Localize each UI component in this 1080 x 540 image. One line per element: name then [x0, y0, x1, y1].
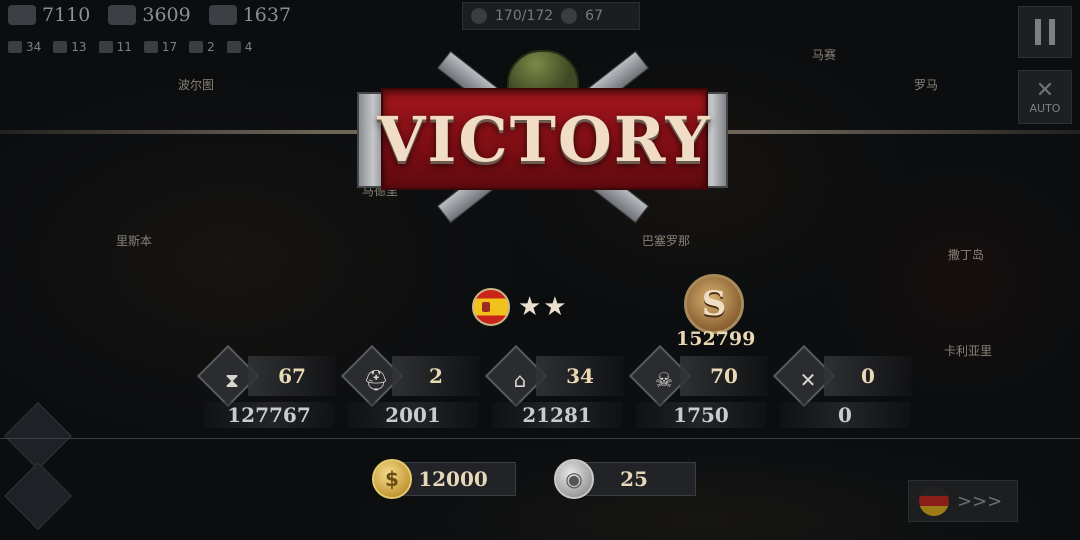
aircraft-icon: [189, 41, 204, 53]
stat-cities: ⌂ 34 21281: [484, 344, 640, 430]
stat-generals-count: 2: [392, 356, 480, 396]
unit-count-bar: 34 13 11 17 2 4: [8, 40, 252, 54]
map-label: 里斯本: [116, 234, 153, 248]
count-infantry: 34: [8, 40, 41, 54]
oil-icon: [208, 5, 237, 25]
stat-losses-count: 0: [824, 356, 912, 396]
score-medal-icon: S: [684, 274, 744, 334]
general-icon: [561, 8, 578, 24]
stat-losses: ✕ 0 0: [772, 344, 928, 430]
crossed-swords-icon: ✕: [1035, 77, 1055, 103]
stat-kills: ☠ 70 1750: [628, 344, 784, 430]
stat-generals: ⛑ 2 2001: [340, 344, 496, 430]
germany-flag-icon: [919, 486, 949, 516]
resource-steel: 3609: [108, 4, 191, 26]
armor-icon: [53, 41, 68, 53]
stat-cities-points: 21281: [492, 402, 622, 428]
army-size-indicator: 170/172 67: [462, 2, 640, 30]
coins-reward: $ 12000: [372, 459, 516, 499]
stat-turns-count: 67: [248, 356, 336, 396]
stat-cities-count: 34: [536, 356, 624, 396]
map-label: 波尔图: [178, 78, 215, 92]
artillery-icon: [98, 41, 113, 53]
supply-icon: [8, 5, 36, 25]
medals-reward: ◉ 25: [554, 459, 696, 499]
map-label: 卡利亚里: [944, 344, 993, 358]
count-aircraft: 2: [189, 40, 215, 54]
auto-button[interactable]: ✕ AUTO: [1018, 70, 1072, 124]
map-label: 撒丁岛: [948, 248, 985, 262]
resource-supply: 7110: [8, 4, 90, 26]
army-icon: [471, 8, 487, 24]
victory-title: VICTORY: [377, 102, 712, 176]
next-turn-button[interactable]: >>>: [908, 480, 1018, 522]
gold-coin-icon: $: [372, 459, 412, 499]
stat-kills-count: 70: [680, 356, 768, 396]
victory-banner: VICTORY: [355, 34, 730, 242]
map-label: 马赛: [812, 48, 837, 62]
spain-flag-icon: [472, 288, 510, 326]
resource-bar: 7110 3609 1637: [8, 4, 291, 26]
heart-icon: [226, 41, 241, 53]
pause-icon: [1035, 19, 1041, 45]
navy-icon: [143, 41, 158, 53]
map-label: 罗马: [914, 78, 939, 92]
divider: [0, 438, 1080, 439]
stat-generals-points: 2001: [348, 402, 478, 428]
stat-turns: ⧗ 67 127767: [196, 344, 352, 430]
stat-losses-points: 0: [780, 402, 910, 428]
silver-medal-icon: ◉: [554, 459, 594, 499]
resource-oil: 1637: [208, 4, 291, 26]
player-result: ★★: [472, 288, 569, 326]
star-rating: ★★: [518, 292, 569, 322]
count-artillery: 11: [98, 40, 132, 54]
score-value: 152799: [676, 328, 756, 350]
pause-button[interactable]: [1018, 6, 1072, 58]
infantry-icon: [8, 41, 22, 53]
count-armor: 13: [53, 40, 87, 54]
count-navy: 17: [143, 40, 177, 54]
stat-kills-points: 1750: [636, 402, 766, 428]
steel-icon: [108, 5, 137, 25]
count-heart: 4: [226, 40, 252, 54]
victory-ribbon: VICTORY: [377, 88, 710, 190]
stat-turns-points: 127767: [204, 402, 334, 428]
score-display: S 152799: [676, 274, 756, 350]
